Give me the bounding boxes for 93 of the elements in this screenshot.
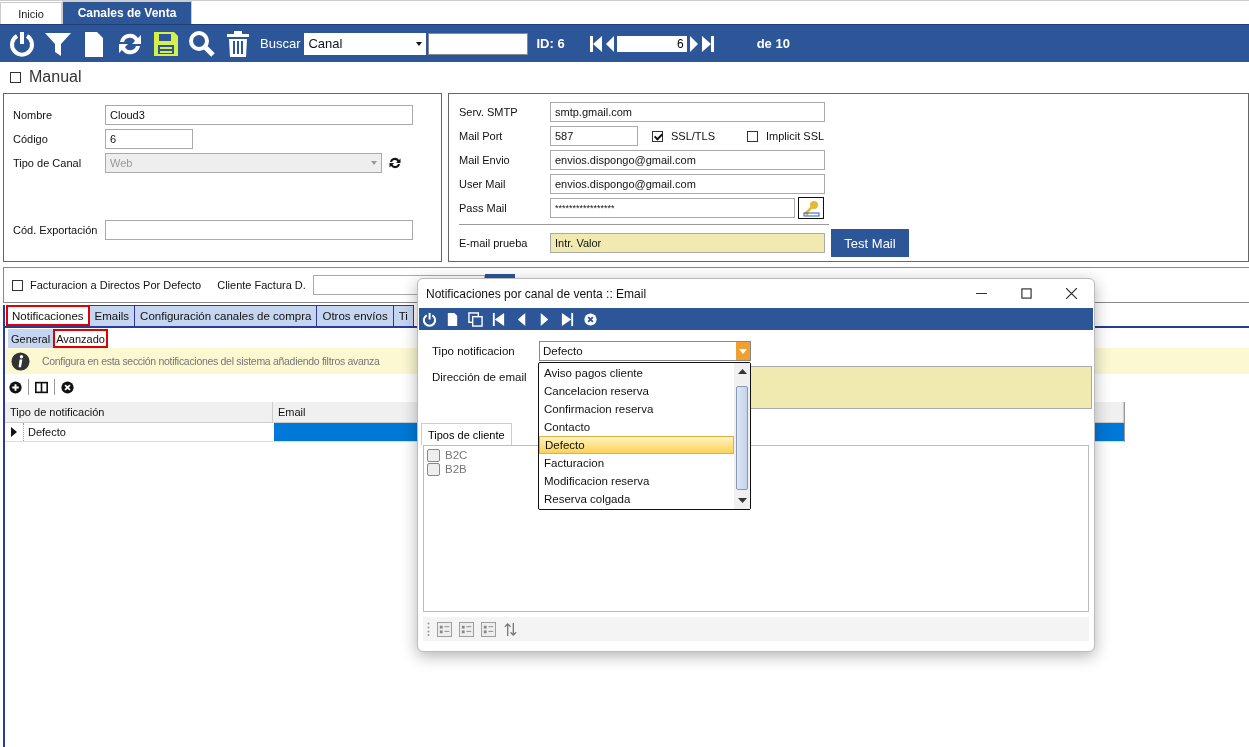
field-label: Cód. Exportación	[13, 224, 99, 236]
last-record-icon[interactable]	[700, 34, 715, 53]
sub-tab[interactable]: General	[8, 329, 54, 348]
option-label: Implicit SSL	[766, 130, 825, 142]
trash-icon[interactable]	[224, 29, 252, 58]
first-record-icon[interactable]	[491, 311, 506, 327]
text-field[interactable]: Cloud3	[105, 105, 413, 125]
current-row-icon	[11, 427, 17, 437]
info-text: Configura en esta sección notificaciones del sistema añadiendo filtros avanza	[42, 355, 380, 367]
field-label: Tipo de Canal	[13, 157, 83, 169]
search-icon[interactable]	[188, 29, 216, 58]
last-record-icon[interactable]	[560, 311, 575, 327]
power-icon[interactable]	[422, 311, 437, 327]
dropdown-option[interactable]: Confirmacion reserva	[539, 400, 734, 418]
delete-icon[interactable]	[61, 380, 74, 394]
section-tab[interactable]: Configuración canales de compra	[134, 305, 318, 326]
first-record-icon[interactable]	[588, 34, 603, 53]
app-tab[interactable]: Canales de Venta	[62, 1, 192, 24]
list-view-icon[interactable]	[459, 621, 474, 637]
password-field[interactable]: *****************	[550, 198, 795, 218]
billing-checkbox[interactable]	[12, 279, 23, 291]
dropdown-option[interactable]: Defecto	[539, 436, 734, 454]
field-label: Mail Envio	[459, 154, 511, 166]
record-field[interactable]: 6	[616, 35, 687, 52]
new-document-icon[interactable]	[445, 311, 460, 327]
scroll-up-icon[interactable]	[737, 368, 747, 374]
section-tab[interactable]: Emails	[88, 305, 136, 326]
manual-label: Manual	[29, 68, 82, 86]
field-label: Código	[13, 133, 49, 145]
client-checkbox[interactable]	[427, 462, 440, 476]
billing-label: Facturacion a Directos Por Defecto	[30, 279, 202, 291]
option-checkbox[interactable]	[652, 130, 663, 142]
port-field[interactable]: 587	[550, 126, 638, 146]
window-title: Notificaciones por canal de venta :: Email	[426, 286, 648, 301]
scrollbar[interactable]	[734, 363, 750, 509]
text-field[interactable]: envios.dispongo@gmail.com	[550, 174, 825, 194]
option-checkbox[interactable]	[747, 130, 759, 142]
grip-icon	[427, 622, 430, 636]
columns-icon[interactable]	[35, 380, 48, 394]
close-icon[interactable]	[1066, 288, 1077, 299]
notification-type-select[interactable]: Defecto	[539, 341, 751, 361]
info-icon	[11, 351, 30, 371]
sub-tab[interactable]: Avanzado	[53, 329, 108, 348]
client-label: B2C	[445, 449, 468, 461]
dropdown-option[interactable]: Contacto	[539, 418, 734, 436]
section-tab[interactable]: Otros envíos	[316, 305, 394, 326]
test-email-field[interactable]: Intr. Valor	[550, 233, 825, 253]
client-types-tab[interactable]: Tipos de cliente	[421, 423, 512, 445]
client-checkbox[interactable]	[427, 448, 440, 462]
dropdown-option[interactable]: Aviso pagos cliente	[539, 364, 734, 382]
dropdown-option[interactable]: Modificacion reserva	[539, 472, 734, 490]
text-field[interactable]: smtp.gmail.com	[550, 102, 825, 122]
dropdown-option[interactable]: Reserva colgada	[539, 490, 734, 508]
search-field[interactable]	[428, 32, 529, 55]
field-label: Dirección de email	[432, 371, 528, 383]
field-label: Tipo notificacion	[432, 345, 516, 357]
dropdown-option[interactable]: Cancelacion reserva	[539, 382, 734, 400]
add-icon[interactable]	[9, 380, 22, 394]
section-tab[interactable]: Ti	[392, 305, 414, 326]
field-label: Nombre	[13, 109, 54, 121]
text-field[interactable]: envios.dispongo@gmail.com	[550, 150, 825, 170]
search-label: Buscar	[260, 36, 301, 51]
save-icon[interactable]	[152, 29, 180, 58]
sort-icon[interactable]	[503, 621, 518, 637]
client-label: B2B	[445, 463, 467, 475]
refresh-icon[interactable]	[388, 156, 402, 170]
list-view-icon[interactable]	[481, 621, 496, 637]
search-by-select[interactable]: Canal	[304, 32, 427, 55]
test-mail-button[interactable]: Test Mail	[831, 229, 909, 257]
app-tab[interactable]: Inicio	[0, 2, 62, 24]
field-label: Pass Mail	[459, 202, 508, 214]
field-label: E-mail prueba	[459, 237, 529, 249]
client-label: Cliente Factura D.	[217, 279, 306, 291]
scroll-down-icon[interactable]	[737, 498, 747, 504]
option-label: SSL/TLS	[671, 130, 716, 142]
maximize-icon[interactable]	[1021, 288, 1032, 299]
copy-icon[interactable]	[468, 311, 483, 327]
field-label: Serv. SMTP	[459, 106, 519, 118]
text-field[interactable]: 6	[105, 129, 193, 149]
key-button[interactable]	[798, 197, 824, 219]
record-id: ID: 6	[536, 36, 565, 51]
table-cell-text: Defecto	[27, 425, 67, 440]
text-field[interactable]	[105, 220, 413, 240]
column-header[interactable]: Tipo de notificación	[5, 402, 273, 422]
field-label: User Mail	[459, 178, 507, 190]
cancel-icon[interactable]	[583, 311, 598, 327]
field-label: Mail Port	[459, 130, 504, 142]
power-icon[interactable]	[8, 29, 36, 58]
manual-checkbox[interactable]	[10, 71, 21, 83]
list-view-icon[interactable]	[437, 621, 452, 637]
record-total: de 10	[756, 36, 790, 51]
dropdown-option[interactable]: Facturacion	[539, 454, 734, 472]
section-tab[interactable]: Notificaciones	[6, 305, 90, 326]
